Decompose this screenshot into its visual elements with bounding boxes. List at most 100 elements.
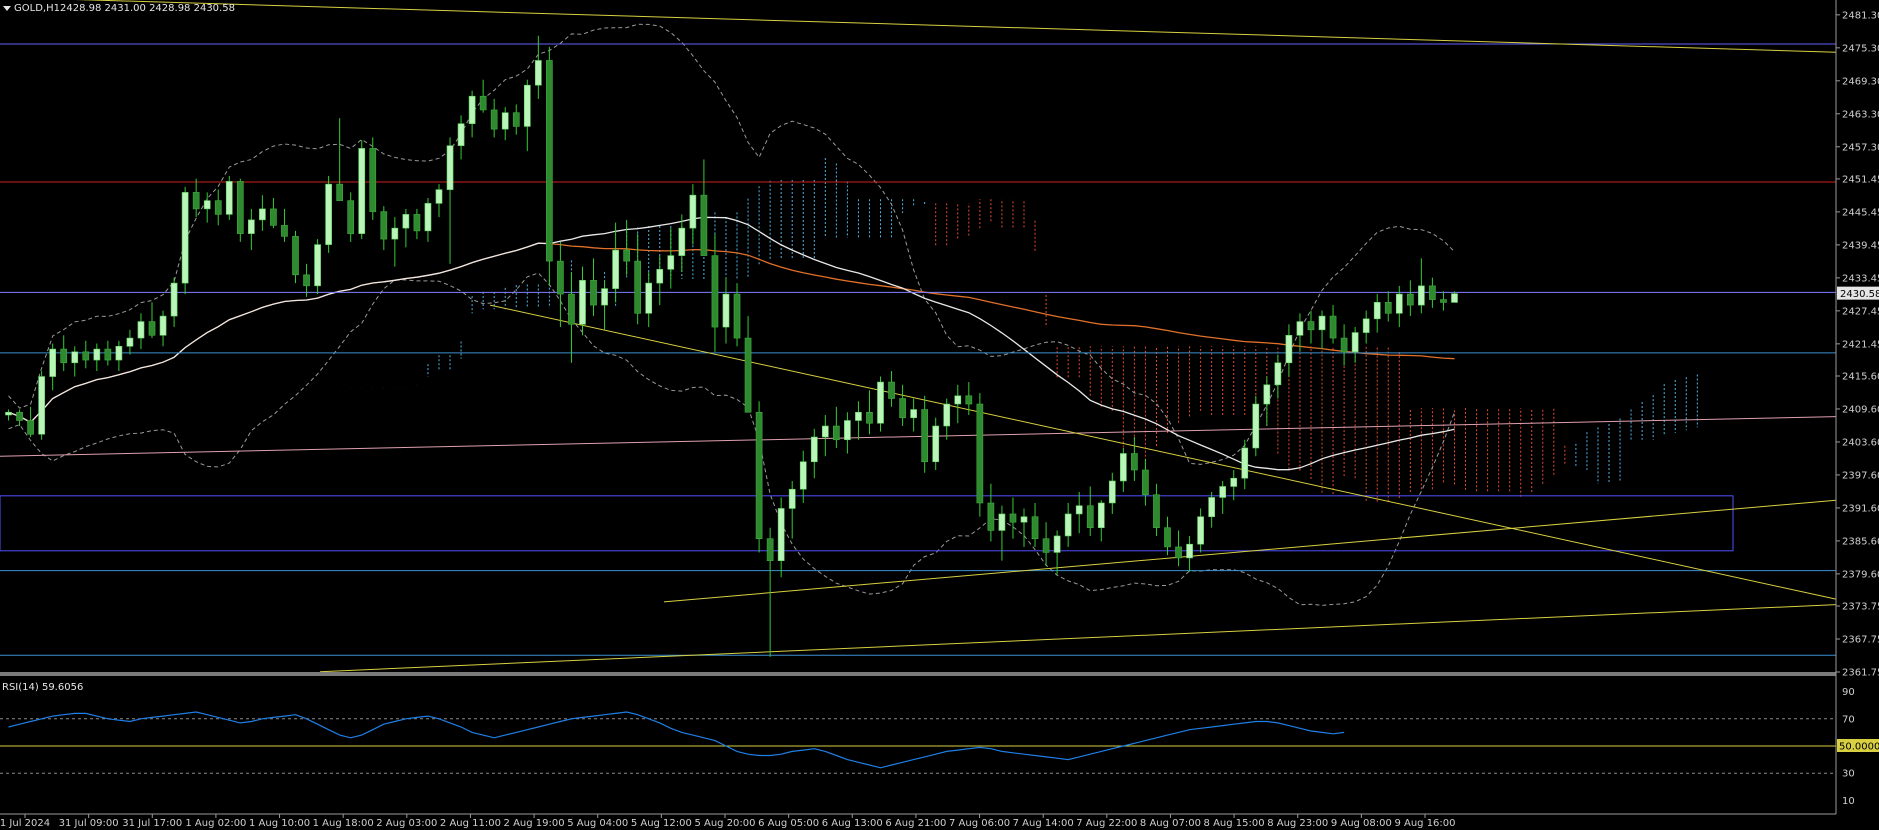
trading-chart[interactable]: GOLD,H1 2428.98 2431.00 2428.98 2430.58 … — [0, 0, 1879, 830]
rsi-level-tag: 50.0000 — [1839, 742, 1879, 753]
candle — [358, 140, 366, 240]
candle-body — [987, 502, 995, 531]
candle-body — [546, 60, 553, 262]
candle-body — [1230, 477, 1238, 487]
candle-body — [336, 183, 343, 201]
candle-body — [1451, 293, 1458, 303]
candle-body — [943, 403, 951, 427]
candle-body — [678, 227, 686, 256]
price-tick-label: 2361.75 — [1842, 668, 1879, 679]
candle-body — [711, 255, 719, 328]
candle-body — [1285, 335, 1293, 364]
candle-body — [1031, 516, 1039, 539]
candle-body — [1395, 293, 1403, 314]
candle-body — [799, 461, 807, 490]
candle-body — [435, 189, 443, 204]
candle-body — [1274, 362, 1282, 386]
candle-body — [1219, 486, 1227, 498]
price-tick-label: 2379.60 — [1842, 569, 1879, 580]
candle-body — [490, 109, 498, 130]
candle-body — [1208, 497, 1215, 518]
candle-body — [203, 200, 211, 210]
candle-body — [1373, 302, 1381, 320]
price-tick-label: 2439.45 — [1842, 240, 1879, 251]
candle-body — [810, 436, 818, 463]
candle-body — [535, 60, 542, 86]
candle-body — [1307, 321, 1315, 331]
candle-body — [590, 280, 597, 306]
time-tick-label: 5 Aug 20:00 — [694, 818, 755, 829]
candle — [314, 239, 321, 295]
candle — [976, 393, 984, 517]
candle-body — [1384, 302, 1392, 314]
price-tick-label: 2385.60 — [1842, 536, 1879, 547]
candle-body — [314, 244, 321, 287]
candle-body — [214, 200, 222, 215]
candle-body — [557, 260, 564, 295]
candle-body — [16, 411, 23, 421]
candle-body — [104, 348, 112, 361]
candle-body — [192, 192, 200, 210]
candle-body — [181, 192, 189, 284]
candle-body — [512, 112, 520, 127]
candle-body — [568, 293, 575, 325]
candle-body — [921, 409, 928, 463]
candle — [369, 137, 377, 220]
candle-body — [579, 280, 586, 325]
rsi-tick-label: 10 — [1842, 796, 1855, 807]
candle-body — [1252, 403, 1260, 449]
candle-body — [457, 123, 465, 146]
candle-body — [899, 398, 906, 419]
candle-body — [1009, 513, 1017, 523]
candle-body — [248, 219, 255, 234]
candle-body — [1053, 535, 1061, 553]
candle-body — [976, 403, 984, 504]
candle-body — [877, 381, 884, 424]
panel-separator[interactable] — [0, 672, 1836, 676]
candle-body — [888, 381, 895, 399]
candle-body — [380, 211, 388, 240]
ohlc-readout: 2428.98 2431.00 2428.98 2430.58 — [60, 3, 235, 14]
candle-body — [1142, 469, 1149, 496]
price-tick-label: 2373.75 — [1842, 602, 1879, 613]
candle-body — [281, 225, 288, 237]
candle-body — [1020, 516, 1028, 523]
candle-body — [788, 488, 796, 509]
rsi-tick-label: 90 — [1842, 687, 1855, 698]
candle-body — [148, 321, 156, 336]
price-tick-label: 2391.60 — [1842, 503, 1879, 514]
candle-body — [1418, 285, 1425, 306]
candle-body — [1406, 293, 1414, 306]
candle-body — [1120, 453, 1127, 482]
candle-body — [1340, 337, 1348, 353]
candle-body — [1164, 527, 1171, 548]
time-tick-label: 5 Aug 04:00 — [567, 818, 628, 829]
time-tick-label: 2 Aug 11:00 — [440, 818, 501, 829]
rsi-tick-label: 30 — [1842, 769, 1855, 780]
candle-body — [5, 411, 12, 416]
time-tick-label: 6 Aug 05:00 — [758, 818, 819, 829]
price-tick-label: 2481.30 — [1842, 10, 1879, 21]
time-tick-label: 7 Aug 22:00 — [1076, 818, 1137, 829]
price-axis[interactable]: 2481.30 2475.30 2469.30 2463.30 2457.30 2451.… — [1836, 10, 1879, 679]
chart-background — [0, 0, 1879, 830]
candle — [1252, 395, 1260, 457]
candle-body — [700, 194, 708, 256]
candle-body — [358, 148, 366, 234]
candle — [877, 376, 884, 432]
candle-body — [126, 337, 134, 347]
candle-body — [1153, 494, 1160, 529]
time-tick-label: 7 Aug 06:00 — [949, 818, 1010, 829]
price-tick-label: 2409.60 — [1842, 404, 1879, 415]
candle-body — [1075, 505, 1083, 515]
candle-body — [656, 269, 664, 284]
candle-body — [49, 348, 57, 377]
time-tick-label: 8 Aug 15:00 — [1204, 818, 1265, 829]
candle-body — [1175, 546, 1182, 559]
time-tick-label: 31 Jul 09:00 — [59, 818, 119, 829]
symbol-label[interactable]: GOLD,H1 — [14, 3, 60, 14]
candle-body — [645, 282, 653, 314]
candle-body — [170, 282, 178, 317]
candle-body — [866, 411, 873, 424]
candle — [181, 186, 189, 295]
